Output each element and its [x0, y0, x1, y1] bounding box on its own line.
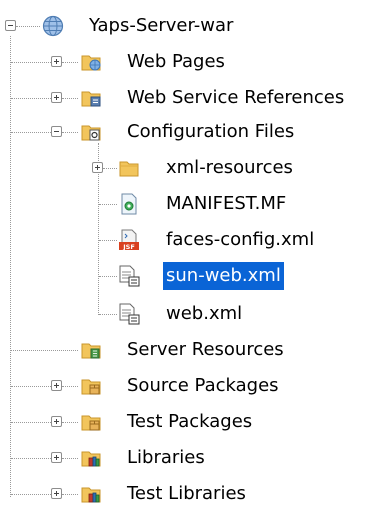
tree-node-xml-resources[interactable]: xml-resources: [0, 153, 367, 183]
expand-toggle[interactable]: [51, 92, 62, 103]
tree-node-sun-web-xml[interactable]: sun-web.xml: [0, 261, 367, 291]
tree-node-label: Web Pages: [127, 51, 225, 72]
tree-node-label: xml-resources: [166, 157, 293, 178]
tree-node-label: Server Resources: [127, 339, 284, 360]
libraries-folder-icon: [81, 451, 101, 467]
web-service-folder-icon: [81, 91, 101, 107]
expand-toggle[interactable]: [92, 162, 103, 173]
packages-folder-icon: [81, 379, 101, 395]
jsf-file-icon: JSF: [119, 229, 139, 251]
tree-node-label: Yaps-Server-war: [89, 15, 234, 36]
tree-node-label: Test Libraries: [127, 483, 246, 504]
tree-node-label: sun-web.xml: [163, 262, 284, 290]
collapse-toggle[interactable]: [5, 20, 16, 31]
tree-node-server-resources[interactable]: Server Resources: [0, 335, 367, 365]
project-tree: Yaps-Server-war Web Pages Web Service Re…: [0, 0, 367, 507]
svg-text:JSF: JSF: [122, 243, 135, 251]
manifest-file-icon: [121, 193, 137, 215]
expand-toggle[interactable]: [51, 416, 62, 427]
tree-node-label: faces-config.xml: [166, 229, 315, 250]
tree-node-root[interactable]: Yaps-Server-war: [0, 11, 367, 41]
config-folder-icon: [81, 125, 101, 141]
xml-descriptor-icon: [119, 303, 140, 325]
expand-toggle[interactable]: [51, 452, 62, 463]
expand-toggle[interactable]: [51, 488, 62, 499]
tree-node-web-service-references[interactable]: Web Service References: [0, 83, 367, 113]
tree-node-test-libraries[interactable]: Test Libraries: [0, 479, 367, 509]
tree-node-label: MANIFEST.MF: [166, 193, 287, 214]
tree-node-label: Configuration Files: [127, 121, 295, 142]
tree-node-label: web.xml: [166, 303, 243, 324]
server-resources-icon: [81, 343, 101, 359]
packages-folder-icon: [81, 415, 101, 431]
tree-node-label: Libraries: [127, 447, 205, 468]
xml-descriptor-icon: [119, 265, 140, 287]
tree-node-faces-config[interactable]: JSF faces-config.xml: [0, 225, 367, 255]
collapse-toggle[interactable]: [51, 126, 62, 137]
tree-node-test-packages[interactable]: Test Packages: [0, 407, 367, 437]
libraries-folder-icon: [81, 487, 101, 503]
web-pages-folder-icon: [81, 55, 101, 71]
tree-node-label: Web Service References: [127, 87, 345, 108]
folder-icon: [119, 161, 139, 177]
tree-node-libraries[interactable]: Libraries: [0, 443, 367, 473]
tree-node-web-pages[interactable]: Web Pages: [0, 47, 367, 77]
expand-toggle[interactable]: [51, 56, 62, 67]
tree-node-configuration-files[interactable]: Configuration Files: [0, 117, 367, 147]
tree-node-label: Test Packages: [127, 411, 253, 432]
globe-icon: [42, 15, 64, 37]
tree-node-label: Source Packages: [127, 375, 279, 396]
tree-node-source-packages[interactable]: Source Packages: [0, 371, 367, 401]
tree-node-manifest[interactable]: MANIFEST.MF: [0, 189, 367, 219]
tree-node-web-xml[interactable]: web.xml: [0, 299, 367, 329]
expand-toggle[interactable]: [51, 380, 62, 391]
